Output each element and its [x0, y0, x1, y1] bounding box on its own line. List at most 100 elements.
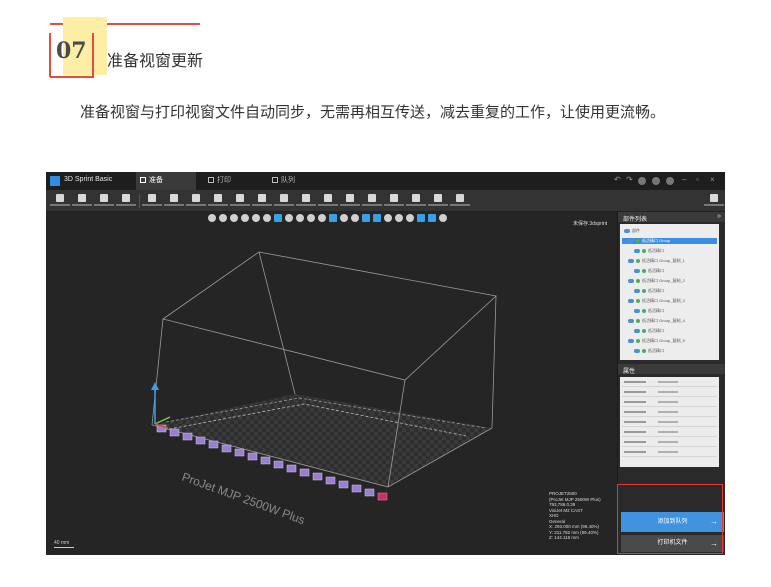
toolbar-auto-place-button[interactable]	[296, 192, 316, 210]
printer-plate-text: ProJet MJP 2500W Plus	[180, 470, 307, 528]
tree-item[interactable]: 低活精口 Group_复制_1	[622, 258, 717, 264]
visibility-icon[interactable]	[628, 239, 634, 243]
property-row[interactable]	[622, 439, 717, 447]
tree-item[interactable]: 低活精口	[622, 248, 717, 254]
tree-item[interactable]: 低活精口	[622, 288, 717, 294]
toolbar-export-button[interactable]	[450, 192, 470, 210]
property-row[interactable]	[622, 409, 717, 417]
properties-panel	[620, 377, 719, 467]
visibility-icon[interactable]	[624, 229, 630, 233]
export-icon	[456, 194, 464, 202]
toolbar-duplicate-button[interactable]	[230, 192, 250, 210]
parts-tree: 部件 低活精口 Group 低活精口 低活精口 Group_复制_1 低活精口 …	[620, 224, 719, 360]
visibility-icon[interactable]	[634, 289, 640, 293]
tree-item[interactable]: 低活精口 Group_复制_5	[622, 338, 717, 344]
tree-item[interactable]: 低活精口 Group	[622, 238, 717, 244]
undo-icon[interactable]: ↶	[614, 175, 621, 184]
toolbar-repair-button[interactable]	[72, 192, 92, 210]
toolbar-file-button[interactable]	[50, 192, 70, 210]
title-bar: 3D Sprint Basic 准备 打印 队列 ↶ ↷ – ▫ ×	[46, 172, 725, 190]
property-row[interactable]	[622, 429, 717, 437]
tab-print[interactable]: 打印	[204, 172, 254, 190]
visibility-icon[interactable]	[628, 339, 634, 343]
toolbar-layout-button[interactable]	[116, 192, 136, 210]
toolbar-scale-button[interactable]	[186, 192, 206, 210]
settings-icon[interactable]	[638, 177, 646, 185]
hollow-icon	[412, 194, 420, 202]
file-name-label: 未保存.3dsprint	[573, 221, 608, 227]
status-ok-icon	[642, 249, 646, 253]
toolbar-rotate-button[interactable]	[164, 192, 184, 210]
chevron-right-icon[interactable]: »	[717, 213, 721, 220]
property-row[interactable]	[622, 399, 717, 407]
toolbar-ungroup-button[interactable]	[274, 192, 294, 210]
move-icon	[148, 194, 156, 202]
tree-item[interactable]: 部件	[622, 228, 717, 234]
align-icon	[214, 194, 222, 202]
property-row[interactable]	[622, 419, 717, 427]
toolbar-measure-button[interactable]	[362, 192, 382, 210]
scale-icon	[192, 194, 200, 202]
file-icon	[56, 194, 64, 202]
visibility-icon[interactable]	[628, 299, 634, 303]
visibility-icon[interactable]	[634, 349, 640, 353]
status-ok-icon	[642, 329, 646, 333]
tab-prepare[interactable]: 准备	[136, 172, 196, 190]
toolbar-move-button[interactable]	[142, 192, 162, 210]
close-icon[interactable]: ×	[710, 175, 715, 184]
property-row[interactable]	[622, 379, 717, 387]
tree-item[interactable]: 低活精口	[622, 308, 717, 314]
tree-item[interactable]: 低活精口	[622, 268, 717, 274]
tree-item[interactable]: 低活精口	[622, 348, 717, 354]
visibility-icon[interactable]	[634, 309, 640, 313]
section-paragraph: 准备视窗与打印视窗文件自动同步，无需再相互传送，减去重复的工作，让使用更流畅。	[80, 103, 666, 121]
tab-print-label: 打印	[217, 177, 231, 184]
status-ok-icon	[642, 349, 646, 353]
parts-list-header: 部件列表 »	[618, 212, 725, 223]
status-ok-icon	[636, 259, 640, 263]
tree-item[interactable]: 低活精口 Group_复制_3	[622, 298, 717, 304]
status-ok-icon	[636, 279, 640, 283]
visibility-icon[interactable]	[634, 269, 640, 273]
build-volume-scene: ProJet MJP 2500W Plus	[151, 251, 497, 528]
info-icon[interactable]	[666, 177, 674, 185]
toolbar-support-button[interactable]	[94, 192, 114, 210]
minimize-icon[interactable]: –	[682, 175, 686, 184]
property-row[interactable]	[622, 449, 717, 457]
bracket-right	[92, 33, 94, 77]
toolbar-orient-button[interactable]	[318, 192, 338, 210]
auto-place-icon	[302, 194, 310, 202]
tab-queue[interactable]: 队列	[268, 172, 318, 190]
property-row[interactable]	[622, 389, 717, 397]
tab-prepare-label: 准备	[149, 177, 163, 184]
tree-item[interactable]: 低活精口 Group_复制_2	[622, 278, 717, 284]
status-ok-icon	[642, 309, 646, 313]
section-title: 准备视窗更新	[107, 51, 204, 70]
help-icon[interactable]	[652, 177, 660, 185]
toolbar-hollow-button[interactable]	[406, 192, 426, 210]
3d-viewport[interactable]: ProJet MJP 2500W Plus 未保存.3dsprint PROJE…	[46, 212, 617, 555]
visibility-icon[interactable]	[628, 259, 634, 263]
visibility-icon[interactable]	[628, 319, 634, 323]
highlight-box	[617, 484, 723, 554]
toolbar-cut-button[interactable]	[384, 192, 404, 210]
visibility-icon[interactable]	[634, 249, 640, 253]
toolbar-check-button[interactable]	[340, 192, 360, 210]
print-icon	[208, 177, 214, 183]
maximize-icon[interactable]: ▫	[696, 175, 699, 184]
tree-item[interactable]: 低活精口	[622, 328, 717, 334]
toolbar-label-button[interactable]	[428, 192, 448, 210]
tree-item[interactable]: 低活精口 Group_复制_4	[622, 318, 717, 324]
bracket-left	[49, 33, 51, 77]
toolbar-align-button[interactable]	[208, 192, 228, 210]
prepare-icon	[140, 177, 146, 183]
toolbar-collapse-button[interactable]	[704, 192, 724, 210]
visibility-icon[interactable]	[634, 329, 640, 333]
toolbar-group-button[interactable]	[252, 192, 272, 210]
repair-icon	[78, 194, 86, 202]
redo-icon[interactable]: ↷	[626, 175, 633, 184]
visibility-icon[interactable]	[628, 279, 634, 283]
group-icon	[258, 194, 266, 202]
header-bottom-rule	[50, 76, 94, 78]
properties-title: 属性	[623, 369, 636, 375]
